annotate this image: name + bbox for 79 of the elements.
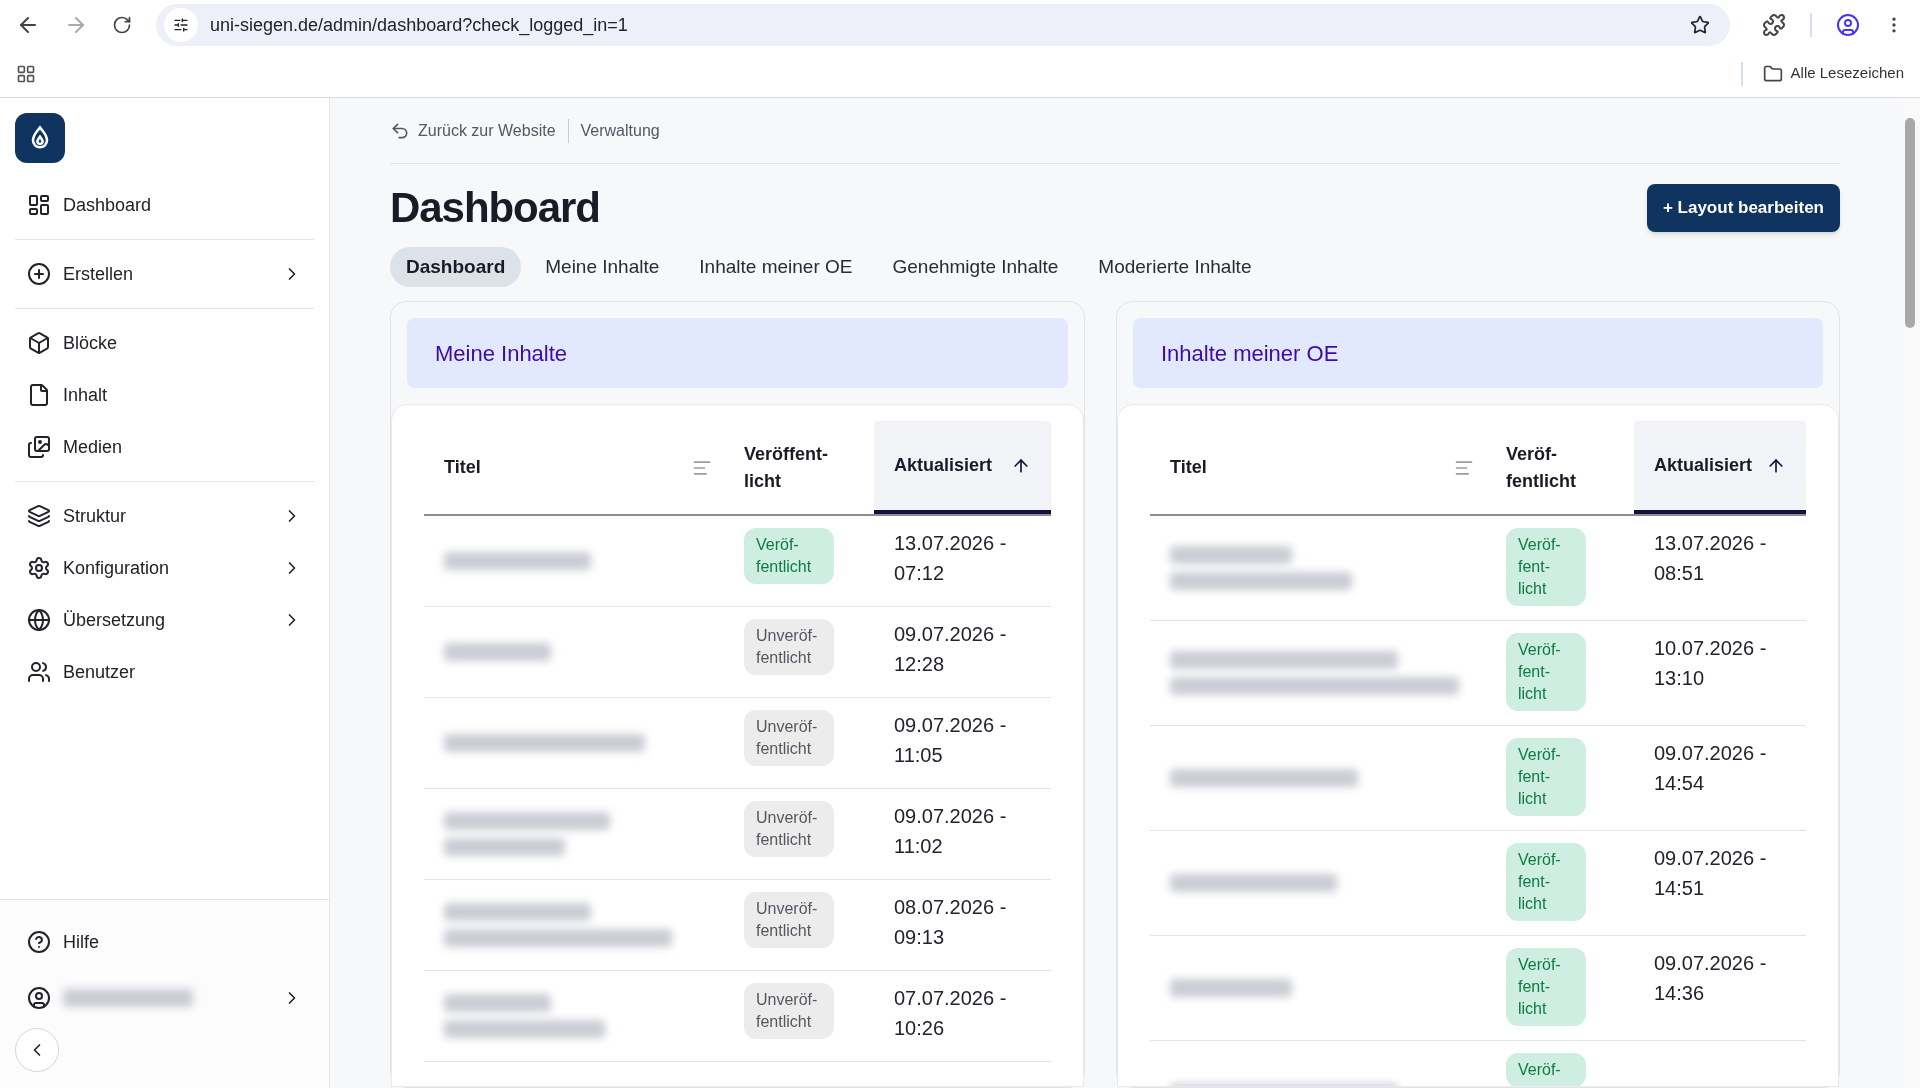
updated-date: 09.07.2026 - 12:28 — [894, 622, 1007, 677]
site-info-icon[interactable] — [164, 8, 198, 42]
updated-date: 13.07.2026 - 07:12 — [894, 531, 1007, 586]
gear-icon — [27, 556, 51, 580]
column-label: Veröf- fentlicht — [1506, 442, 1576, 493]
profile-icon[interactable] — [1836, 13, 1860, 37]
column-header[interactable]: Aktualisiert — [874, 421, 1051, 514]
images-icon — [27, 435, 51, 459]
status-badge: Unveröf- fentlicht — [744, 710, 834, 766]
sidebar-item[interactable]: Dashboard — [15, 179, 314, 231]
back-arrow-icon — [390, 120, 410, 141]
tab[interactable]: Dashboard — [390, 247, 522, 287]
column-header[interactable]: Aktualisiert — [1634, 421, 1806, 514]
status-badge: Veröf- fentlicht — [744, 528, 834, 584]
users-icon — [27, 660, 51, 684]
sidebar-item[interactable]: Inhalt — [15, 369, 314, 421]
tab[interactable]: Inhalte meiner OE — [683, 247, 869, 287]
dashboard-icon — [27, 193, 51, 217]
sidebar-item[interactable]: Hilfe — [15, 916, 314, 968]
status-badge: Veröf- fent- licht — [1506, 738, 1586, 816]
column-label: Veröffent- licht — [744, 442, 828, 493]
page-title: Dashboard — [390, 183, 600, 233]
status-badge: Veröf- fent- licht — [1506, 948, 1586, 1026]
bookmark-star-icon[interactable] — [1690, 15, 1710, 35]
tab[interactable]: Genehmigte Inhalte — [876, 247, 1075, 287]
help-icon — [27, 930, 51, 954]
sidebar-item[interactable]: Konfiguration — [15, 542, 314, 594]
sidebar-item[interactable]: Medien — [15, 421, 314, 473]
updated-date: 10.07.2026 - 13:10 — [1654, 636, 1767, 691]
column-header[interactable]: Titel — [424, 421, 732, 514]
column-label: Aktualisiert — [894, 454, 993, 477]
column-label: Aktualisiert — [1654, 454, 1753, 477]
status-badge: Unveröf- fentlicht — [744, 619, 834, 675]
updated-date: 07.07.2026 - 10:26 — [894, 986, 1007, 1041]
updated-date: 13.07.2026 - 08:51 — [1654, 531, 1767, 586]
column-header[interactable]: Titel — [1150, 421, 1494, 514]
updated-date: 09.07.2026 - 11:05 — [894, 713, 1007, 768]
status-badge: Unveröf- fentlicht — [744, 801, 834, 857]
sidebar-item[interactable]: Struktur — [15, 490, 314, 542]
status-badge: Unveröf- fentlicht — [744, 892, 834, 948]
tab[interactable]: Meine Inhalte — [529, 247, 676, 287]
updated-date: 09.07.2026 - 14:36 — [1654, 951, 1767, 1006]
user-icon — [27, 986, 51, 1010]
extensions-icon[interactable] — [1762, 13, 1786, 37]
file-icon — [27, 383, 51, 407]
updated-date: 08.07.2026 - 09:13 — [894, 895, 1007, 950]
column-label: Titel — [1170, 456, 1207, 479]
breadcrumb-link[interactable]: Verwaltung — [580, 118, 660, 143]
logo-icon[interactable] — [15, 113, 65, 163]
layers-icon — [27, 504, 51, 528]
sidebar-item[interactable]: Blöcke — [15, 317, 314, 369]
column-header[interactable]: Veröf- fentlicht — [1494, 421, 1634, 514]
updated-date: 09.07.2026 - 14:51 — [1654, 846, 1767, 901]
status-badge: Veröf- — [1506, 1053, 1586, 1086]
address-bar[interactable]: uni-siegen.de/admin/dashboard?check_logged_in=1 — [156, 4, 1730, 46]
cube-icon — [27, 331, 51, 355]
sidebar-item[interactable]: Übersetzung — [15, 594, 314, 646]
reload-icon[interactable] — [112, 15, 132, 35]
panel-title: Inhalte meiner OE — [1161, 339, 1339, 368]
updated-date: 09.07.2026 - 11:02 — [894, 804, 1007, 859]
column-header[interactable]: Veröffent- licht — [732, 421, 874, 514]
globe-icon — [27, 608, 51, 632]
updated-date: 09.07.2026 - 14:54 — [1654, 741, 1767, 796]
plus-circle-icon — [27, 262, 51, 286]
sidebar-item[interactable]: Benutzer — [15, 646, 314, 698]
status-badge: Veröf- fent- licht — [1506, 633, 1586, 711]
apps-icon[interactable] — [16, 63, 36, 84]
status-badge: Veröf- fent- licht — [1506, 528, 1586, 606]
status-badge: Unveröf- fentlicht — [744, 983, 834, 1039]
folder-icon[interactable] — [1762, 63, 1783, 84]
layout-edit-button[interactable]: + Layout bearbeiten — [1646, 183, 1840, 232]
sidebar-item[interactable]: Erstellen — [15, 248, 314, 300]
breadcrumb-link[interactable]: Zurück zur Website — [418, 118, 556, 143]
url-text: uni-siegen.de/admin/dashboard?check_logged_in=1 — [210, 13, 629, 38]
bookmarks-label[interactable]: Alle Lesezeichen — [1790, 62, 1904, 85]
panel-title: Meine Inhalte — [435, 339, 568, 368]
tab[interactable]: Moderierte Inhalte — [1082, 247, 1268, 287]
status-badge: Veröf- fent- licht — [1506, 843, 1586, 921]
column-label: Titel — [444, 456, 481, 479]
